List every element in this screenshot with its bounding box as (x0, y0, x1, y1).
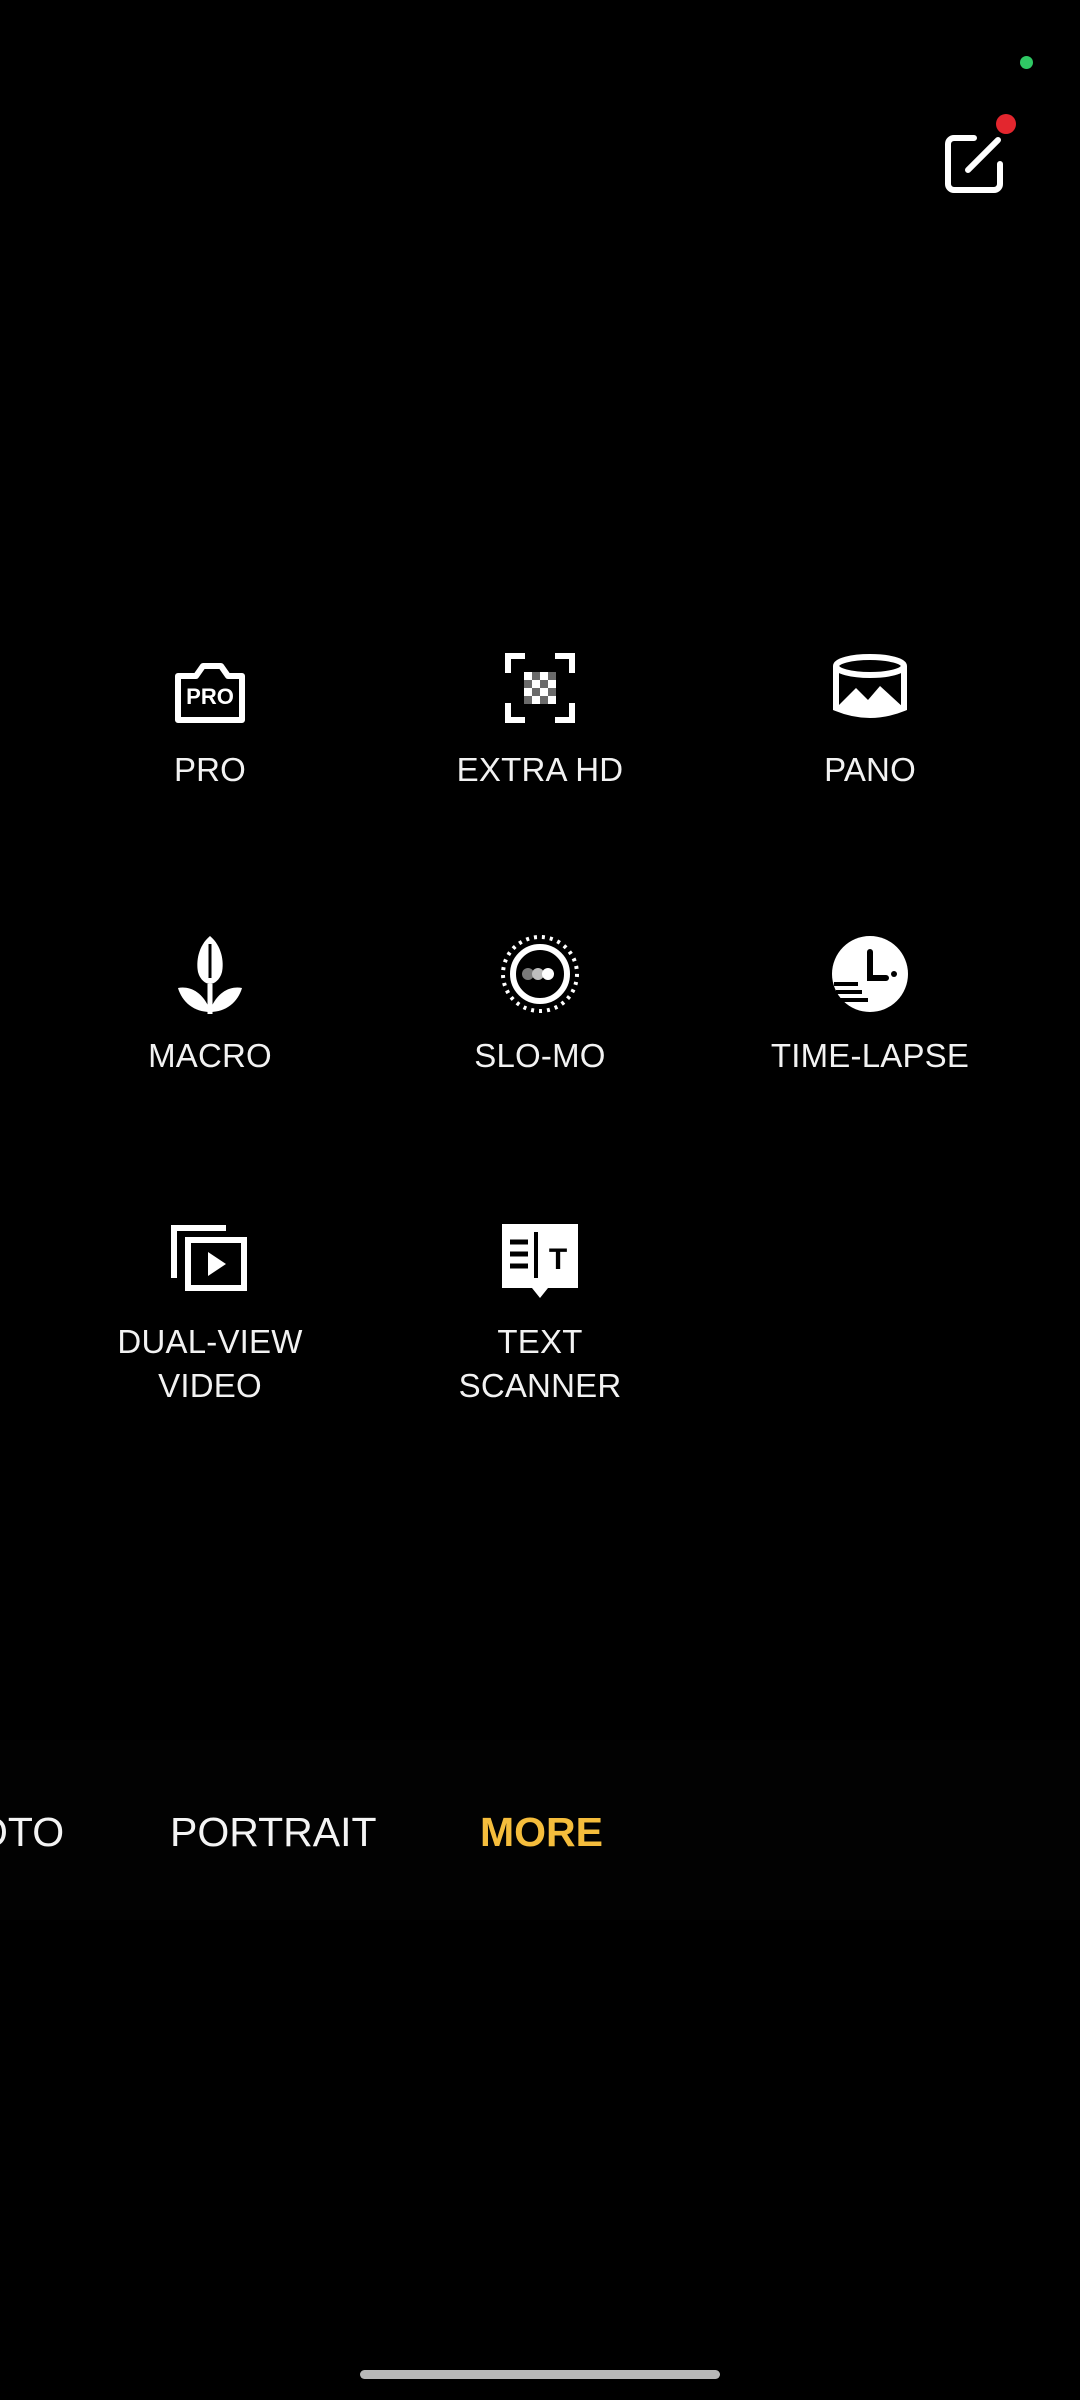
macro-tulip-icon (168, 932, 252, 1016)
home-indicator[interactable] (360, 2370, 720, 2379)
tab-photo[interactable]: OTO (0, 1808, 64, 1856)
mode-pro[interactable]: PRO PRO (80, 646, 340, 792)
time-lapse-clock-icon (828, 932, 912, 1016)
pro-camera-icon: PRO (168, 646, 252, 730)
tab-portrait[interactable]: PORTRAIT (170, 1808, 377, 1856)
mode-label-dual-view-line-1: DUAL-VIEW (117, 1323, 303, 1360)
panorama-icon (828, 646, 912, 730)
extra-hd-icon (498, 646, 582, 730)
more-modes-grid: PRO PRO EXTRA HD PANO MACRO SLO-MO TIME-… (0, 0, 1080, 1500)
dual-view-video-icon (168, 1218, 252, 1302)
mode-time-lapse[interactable]: TIME-LAPSE (740, 932, 1000, 1078)
mode-label-pano: PANO (824, 751, 916, 788)
mode-text-scanner[interactable]: T TEXT SCANNER (410, 1218, 670, 1408)
slow-motion-icon (498, 932, 582, 1016)
text-scanner-icon: T (498, 1218, 582, 1302)
mode-label-dual-view-video: DUAL-VIEW VIDEO (80, 1320, 340, 1408)
text-scanner-icon-letter: T (549, 1243, 567, 1276)
mode-pano[interactable]: PANO (740, 646, 1000, 792)
mode-slo-mo[interactable]: SLO-MO (410, 932, 670, 1078)
mode-label-text-scanner-line-1: TEXT (497, 1323, 583, 1360)
mode-macro[interactable]: MACRO (80, 932, 340, 1078)
mode-label-macro: MACRO (148, 1037, 272, 1074)
mode-label-pro: PRO (173, 751, 247, 788)
mode-extra-hd[interactable]: EXTRA HD (410, 646, 670, 792)
mode-dual-view-video[interactable]: DUAL-VIEW VIDEO (80, 1218, 340, 1408)
mode-label-text-scanner: TEXT SCANNER (410, 1320, 670, 1408)
mode-label-text-scanner-line-2: SCANNER (458, 1367, 622, 1404)
mode-label-extra-hd: EXTRA HD (456, 751, 624, 788)
tab-more[interactable]: MORE (480, 1808, 603, 1856)
mode-label-slo-mo: SLO-MO (474, 1037, 606, 1074)
pro-icon-text: PRO (186, 684, 234, 709)
mode-label-time-lapse: TIME-LAPSE (770, 1037, 970, 1074)
mode-label-dual-view-line-2: VIDEO (158, 1367, 262, 1404)
